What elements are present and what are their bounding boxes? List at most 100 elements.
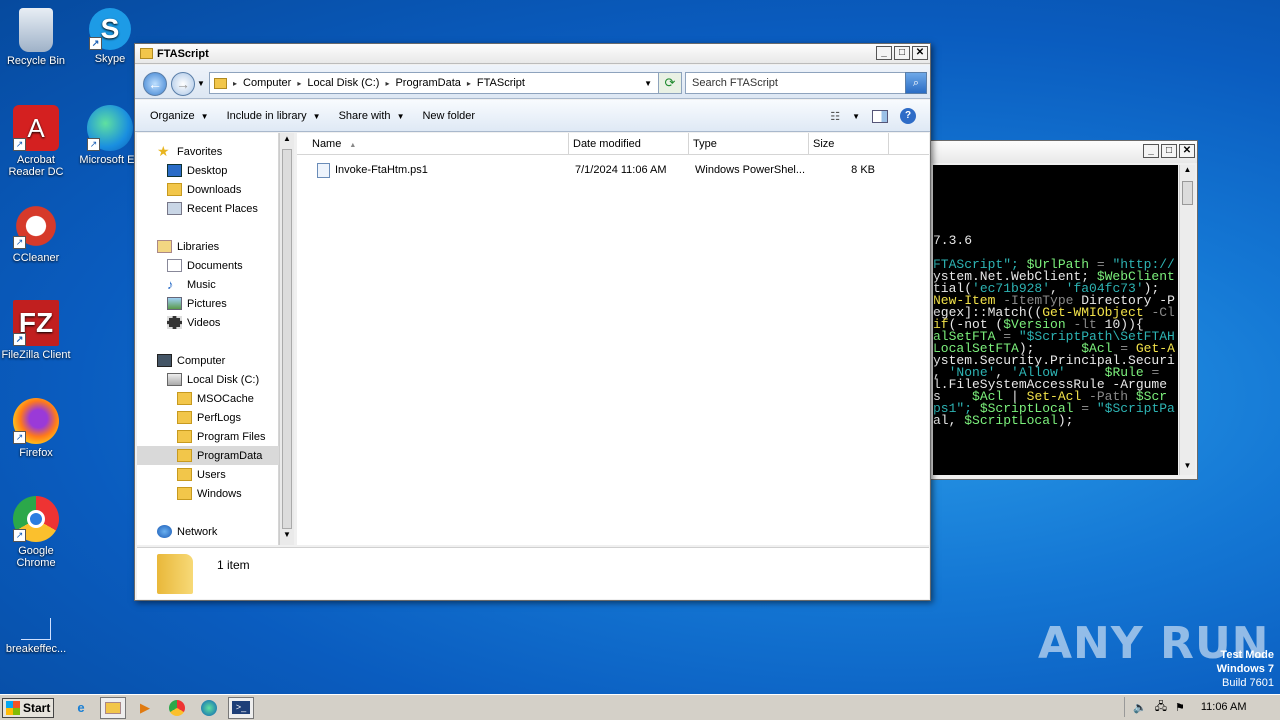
nav-downloads[interactable]: Downloads	[167, 180, 241, 199]
nav-program-files[interactable]: Program Files	[177, 427, 265, 446]
breadcrumb[interactable]: ▸ Computer ▸ Local Disk (C:) ▸ ProgramData…	[209, 72, 659, 94]
firefox-label: Firefox	[19, 447, 53, 459]
acrobat-label: Acrobat Reader DC	[8, 154, 64, 178]
include-in-library-button[interactable]: Include in library ▼	[218, 110, 330, 122]
nav-windows[interactable]: Windows	[177, 484, 242, 503]
console-line: 7.3.6	[933, 233, 973, 248]
navigation-pane: ★ Favorites Desktop Downloads Recent Plac…	[137, 133, 279, 545]
search-input[interactable]: Search FTAScript	[685, 72, 907, 94]
volume-icon[interactable]: 🔈	[1133, 701, 1147, 714]
column-date-modified[interactable]: Date modified	[569, 133, 689, 154]
close-icon[interactable]: ✕	[1179, 144, 1195, 158]
ccleaner-label: CCleaner	[12, 252, 60, 264]
folder-icon	[140, 48, 153, 59]
minimize-icon[interactable]: _	[1143, 144, 1159, 158]
nav-computer[interactable]: Computer	[157, 351, 225, 370]
column-name[interactable]: Name ▲	[297, 133, 569, 154]
network-tray-icon[interactable]: 🖧	[1155, 698, 1167, 717]
start-button[interactable]: Start	[2, 697, 54, 718]
file-list[interactable]: Name ▲ Date modified Type Size Invoke-Fta…	[297, 133, 929, 545]
search-icon[interactable]: ⌕	[905, 72, 927, 94]
nav-libraries[interactable]: Libraries	[157, 237, 219, 256]
recycle-bin-label: Recycle Bin	[6, 55, 66, 67]
help-icon[interactable]: ?	[900, 108, 916, 124]
breadcrumb-local-disk[interactable]: Local Disk (C:)	[307, 77, 379, 89]
drive-icon	[167, 373, 182, 386]
address-bar-area: ← → ▼ ▸ Computer ▸ Local Disk (C:) ▸ Progr…	[135, 65, 930, 99]
powershell-scrollbar[interactable]: ▲ ▼	[1179, 165, 1195, 475]
folder-icon	[214, 77, 227, 89]
details-pane: 1 item	[137, 547, 929, 599]
column-size[interactable]: Size	[809, 133, 889, 154]
powershell-window[interactable]: _ □ ✕ 7.3.6 FTAScript"; $UrlPath = "http:…	[930, 140, 1198, 480]
explorer-titlebar[interactable]: FTAScript _ □ ✕	[135, 44, 930, 64]
close-icon[interactable]: ✕	[912, 46, 928, 60]
preview-pane-icon[interactable]	[872, 109, 888, 123]
recycle-bin-icon[interactable]: Recycle Bin	[0, 8, 72, 67]
nav-local-disk[interactable]: Local Disk (C:)	[167, 370, 259, 389]
nav-music[interactable]: ♪ Music	[167, 275, 216, 294]
nav-programdata-selected[interactable]: ProgramData	[137, 446, 279, 465]
nav-pictures[interactable]: Pictures	[167, 294, 227, 313]
explorer-window[interactable]: FTAScript _ □ ✕ ← → ▼ ▸ Computer ▸ Local …	[134, 43, 931, 601]
chrome-taskbar-icon[interactable]	[164, 697, 190, 719]
powershell-console[interactable]: 7.3.6 FTAScript"; $UrlPath = "http://yste…	[933, 165, 1178, 475]
refresh-icon[interactable]: ⟳	[658, 72, 682, 94]
file-size: 8 KB	[851, 164, 875, 176]
powershell-taskbar-icon[interactable]: >_	[228, 696, 254, 719]
back-arrow-icon[interactable]: ←	[143, 72, 167, 96]
nav-desktop[interactable]: Desktop	[167, 161, 227, 180]
test-mode-watermark: Test Mode Windows 7 Build 7601	[1216, 649, 1274, 689]
forward-arrow-icon[interactable]: →	[171, 72, 195, 96]
powershell-titlebar[interactable]: _ □ ✕	[931, 141, 1197, 163]
nav-users[interactable]: Users	[177, 465, 226, 484]
scroll-up-icon[interactable]: ▲	[281, 134, 293, 148]
desktop-icon	[167, 164, 182, 177]
edge-taskbar-icon[interactable]	[196, 697, 222, 719]
firefox-icon[interactable]: ↗ Firefox	[0, 398, 72, 459]
action-center-flag-icon[interactable]: ⚑	[1175, 701, 1185, 714]
share-with-button[interactable]: Share with ▼	[330, 110, 414, 122]
new-folder-button[interactable]: New folder	[413, 110, 484, 122]
file-row[interactable]: Invoke-FtaHtm.ps1 7/1/2024 11:06 AM Wind…	[297, 160, 917, 180]
chrome-label: Google Chrome	[16, 545, 56, 569]
scroll-thumb[interactable]	[282, 149, 292, 529]
minimize-icon[interactable]: _	[876, 46, 892, 60]
explorer-taskbar-icon[interactable]	[100, 696, 126, 719]
view-dropdown-icon[interactable]: ▼	[852, 112, 860, 121]
windows-logo-icon	[6, 700, 20, 715]
clock[interactable]: 11:06 AM	[1201, 701, 1247, 713]
nav-recent-places[interactable]: Recent Places	[167, 199, 258, 218]
nav-msocache[interactable]: MSOCache	[177, 389, 254, 408]
documents-icon	[167, 259, 182, 272]
filezilla-icon[interactable]: FZ ↗ FileZilla Client	[0, 300, 72, 361]
chrome-icon[interactable]: ↗ Google Chrome	[0, 496, 72, 569]
address-dropdown-icon[interactable]: ▼	[644, 79, 652, 88]
locked-folder-icon	[177, 392, 192, 405]
maximize-icon[interactable]: □	[1161, 144, 1177, 158]
breakeffec-file-icon[interactable]: breakeffec...	[0, 618, 72, 655]
ie-taskbar-icon[interactable]: e	[68, 697, 94, 719]
nav-favorites[interactable]: ★ Favorites	[157, 142, 222, 161]
star-icon: ★	[157, 143, 170, 159]
nav-videos[interactable]: Videos	[167, 313, 220, 332]
nav-network[interactable]: Network	[157, 522, 217, 541]
organize-button[interactable]: Organize ▼	[141, 110, 218, 122]
ccleaner-icon[interactable]: ↗ CCleaner	[0, 203, 72, 264]
navigation-scrollbar[interactable]: ▲ ▼	[279, 133, 294, 545]
nav-perflogs[interactable]: PerfLogs	[177, 408, 241, 427]
maximize-icon[interactable]: □	[894, 46, 910, 60]
breadcrumb-programdata[interactable]: ProgramData	[395, 77, 460, 89]
nav-documents[interactable]: Documents	[167, 256, 243, 275]
media-player-taskbar-icon[interactable]: ▶	[132, 697, 158, 719]
scroll-down-icon[interactable]: ▼	[281, 530, 293, 544]
view-options-icon[interactable]: ☷	[830, 110, 840, 123]
computer-icon	[157, 354, 172, 367]
breadcrumb-computer[interactable]: Computer	[243, 77, 291, 89]
breadcrumb-ftascript[interactable]: FTAScript	[477, 77, 525, 89]
recent-pages-chevron-icon[interactable]: ▼	[197, 79, 205, 88]
column-type[interactable]: Type	[689, 133, 809, 154]
acrobat-reader-icon[interactable]: A ↗ Acrobat Reader DC	[0, 105, 72, 178]
folder-icon	[177, 487, 192, 500]
system-tray: 🔈 🖧 ⚑ 11:06 AM	[1124, 697, 1280, 717]
